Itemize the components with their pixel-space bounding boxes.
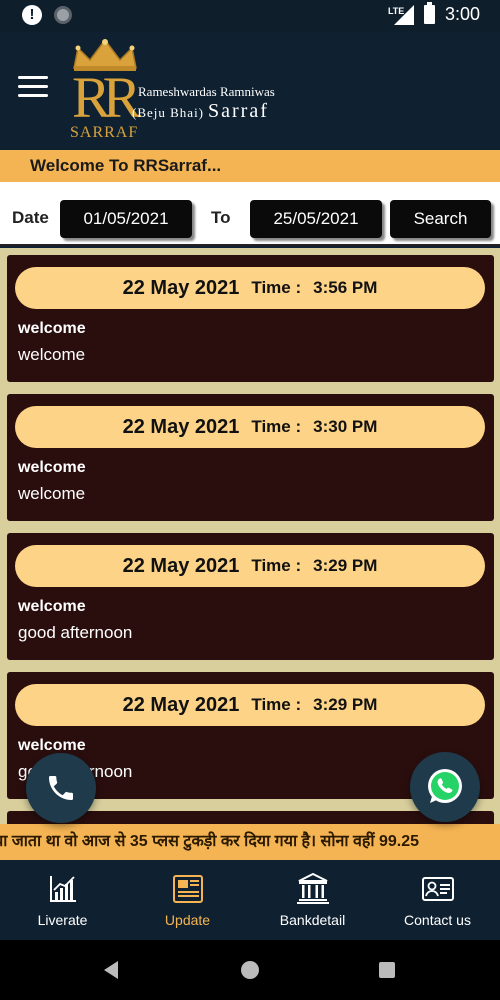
recents-icon[interactable] (379, 962, 395, 978)
date-label: Date (12, 208, 49, 227)
to-label: To (211, 208, 231, 227)
update-date: 22 May 2021 (122, 276, 240, 299)
logo-nickname: (Beju Bhai) (132, 105, 205, 120)
update-time: 3:29 PM (313, 695, 378, 714)
nav-label: Update (164, 912, 211, 928)
nav-label: Bankdetail (279, 912, 346, 928)
update-date-pill: 22 May 2021 Time : 3:30 PM (15, 406, 485, 448)
from-date-field[interactable]: 01/05/2021 (60, 200, 192, 238)
sync-icon (54, 6, 72, 24)
update-card[interactable]: 22 May 2021 Time : 3:30 PM welcome welco… (7, 394, 494, 521)
update-date: 22 May 2021 (122, 554, 240, 577)
system-navigation (0, 940, 500, 1000)
alert-icon: ! (22, 5, 42, 25)
newspaper-icon (172, 875, 203, 903)
update-title: welcome (18, 320, 86, 337)
battery-icon (423, 2, 435, 24)
logo-surname: Sarraf (208, 100, 269, 122)
back-icon[interactable] (104, 961, 118, 979)
update-message: welcome (18, 484, 86, 503)
update-date-pill: 22 May 2021 Time : 3:29 PM (15, 545, 485, 587)
menu-button[interactable] (18, 76, 48, 100)
whatsapp-icon (428, 769, 462, 803)
phone-icon (49, 776, 73, 800)
update-card[interactable]: 22 May 2021 Time : 3:29 PM welcome good … (7, 533, 494, 660)
update-date-pill: 22 May 2021 Time : 3:29 PM (15, 684, 485, 726)
home-icon[interactable] (241, 961, 259, 979)
logo-initials: RR (72, 65, 141, 130)
update-date: 22 May 2021 (122, 415, 240, 438)
brand-logo: RR SARRAF Rameshwardas Ramniwas (Beju Bh… (66, 38, 306, 144)
time-label: Time : (251, 278, 302, 297)
to-date-field[interactable]: 25/05/2021 (250, 200, 382, 238)
update-date-pill: 22 May 2021 Time : 3:56 PM (15, 267, 485, 309)
time-label: Time : (251, 695, 302, 714)
logo-name-line2: (Beju Bhai) Sarraf (132, 100, 269, 123)
news-ticker: या जाता था वो आज से 35 प्लस टुकड़ी कर दि… (0, 824, 500, 860)
time-label: Time : (251, 556, 302, 575)
update-title: welcome (18, 598, 86, 615)
nav-label: Contact us (404, 912, 471, 928)
whatsapp-button[interactable] (410, 752, 480, 822)
chart-icon (49, 876, 76, 902)
call-button[interactable] (26, 753, 96, 823)
update-time: 3:29 PM (313, 556, 378, 575)
contact-card-icon (421, 877, 454, 901)
date-filter: Date 01/05/2021 To 25/05/2021 Search (0, 182, 500, 246)
status-time: 3:00 (444, 4, 480, 24)
logo-name-line1: Rameshwardas Ramniwas (138, 84, 275, 99)
update-message: good afternoon (18, 623, 133, 642)
update-time: 3:56 PM (313, 278, 378, 297)
network-type: LTE (387, 5, 405, 16)
time-label: Time : (251, 417, 302, 436)
ticker-text: या जाता था वो आज से 35 प्लस टुकड़ी कर दि… (0, 833, 420, 850)
update-date: 22 May 2021 (122, 693, 240, 716)
bottom-navigation: Liverate Update Bankdetail Contact us (0, 860, 500, 940)
nav-contact-us[interactable]: Contact us (375, 860, 500, 940)
status-bar: ! LTE 3:00 (0, 0, 500, 32)
logo-sub: SARRAF (70, 124, 139, 141)
nav-bankdetail[interactable]: Bankdetail (250, 860, 375, 940)
update-card[interactable]: 22 May 2021 Time : 3:56 PM welcome welco… (7, 255, 494, 382)
nav-update[interactable]: Update (125, 860, 250, 940)
app-bar: RR SARRAF Rameshwardas Ramniwas (Beju Bh… (0, 32, 500, 148)
welcome-banner: Welcome To RRSarraf... (0, 150, 500, 182)
update-message: welcome (18, 345, 86, 364)
update-time: 3:30 PM (313, 417, 378, 436)
signal-icon: LTE (388, 4, 414, 25)
menu-icon (18, 76, 48, 79)
bank-icon (296, 872, 329, 904)
nav-label: Liverate (37, 912, 88, 928)
update-title: welcome (18, 737, 86, 754)
update-title: welcome (18, 459, 86, 476)
search-button[interactable]: Search (390, 200, 491, 238)
nav-liverate[interactable]: Liverate (0, 860, 125, 940)
